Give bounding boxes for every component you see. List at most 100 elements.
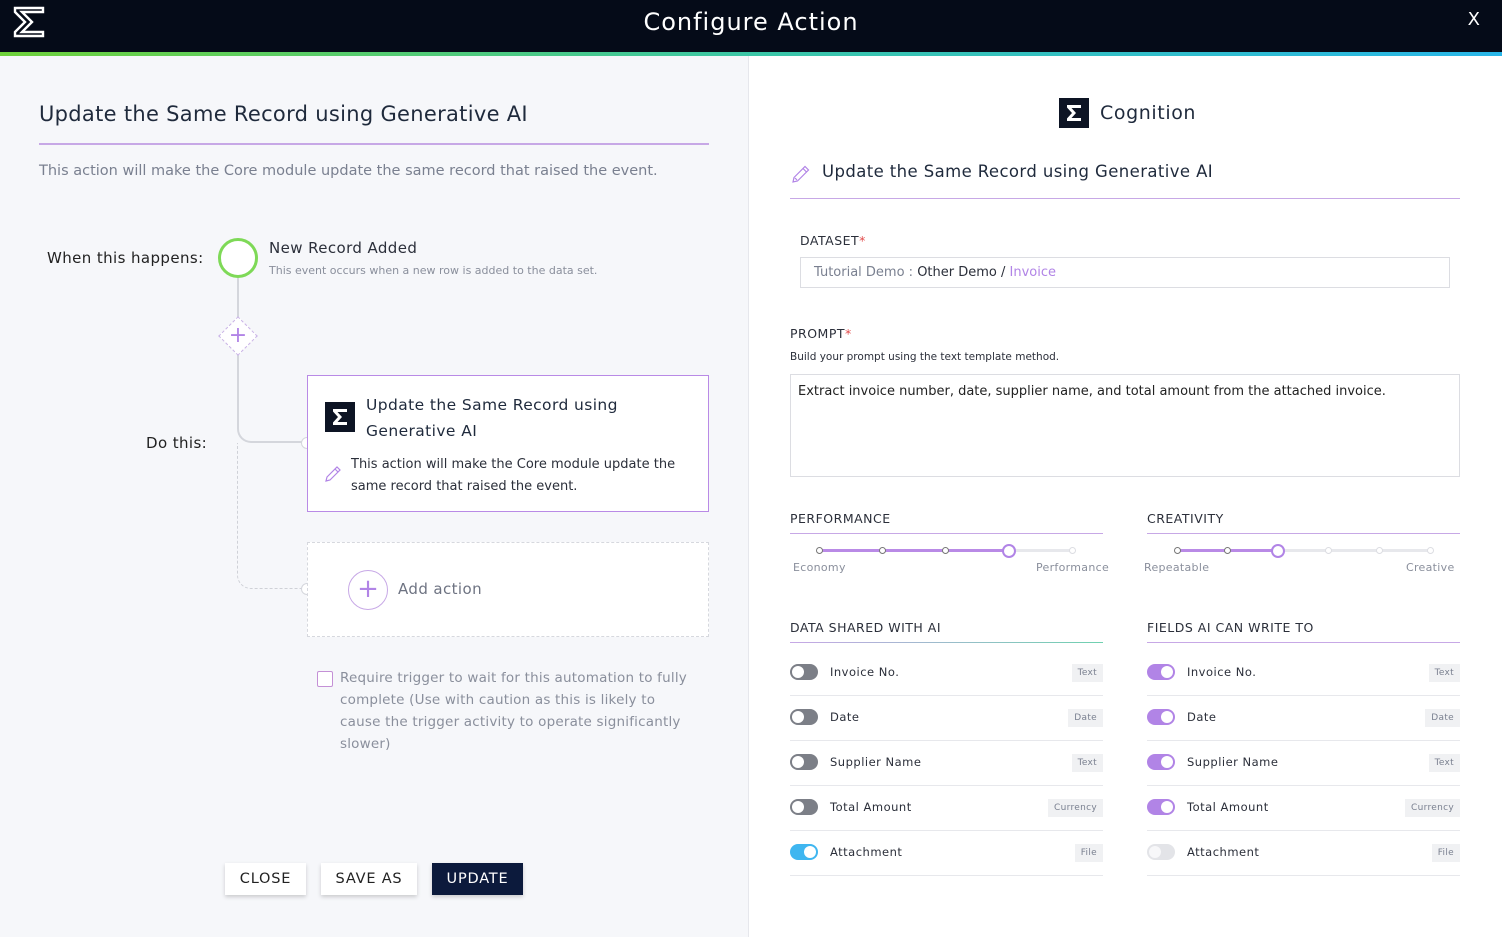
add-action-label: Add action	[398, 580, 482, 598]
when-label: When this happens:	[47, 249, 204, 267]
performance-divider	[790, 533, 1103, 534]
slider-step-dot[interactable]	[1173, 547, 1181, 554]
field-type-badge: Text	[1071, 664, 1103, 682]
flow-connector-dashed	[237, 443, 309, 589]
field-row: Total Amount Currency	[790, 786, 1103, 831]
toggle-knob	[792, 801, 804, 813]
field-row: Total Amount Currency	[1147, 786, 1460, 831]
field-type-badge: Date	[1068, 709, 1103, 727]
prompt-hint: Build your prompt using the text templat…	[790, 351, 1060, 363]
field-row: Invoice No. Text	[1147, 651, 1460, 696]
toggle-knob	[804, 846, 816, 858]
action-card[interactable]: Update the Same Record using Generative …	[307, 375, 709, 512]
writable-fields-divider	[1147, 642, 1460, 643]
right-panel: Cognition Update the Same Record using G…	[748, 56, 1502, 937]
slider-step-dot[interactable]	[878, 547, 886, 554]
flow-connector-curve	[237, 411, 309, 443]
writable-fields-label: FIELDS AI CAN WRITE TO	[1147, 620, 1314, 635]
field-type-badge: File	[1074, 844, 1103, 862]
performance-label: PERFORMANCE	[790, 511, 891, 526]
trigger-name: New Record Added	[269, 239, 418, 257]
save-as-button[interactable]: SAVE AS	[321, 863, 417, 895]
slider-step-dot[interactable]	[1325, 547, 1333, 554]
field-type-badge: Text	[1071, 754, 1103, 772]
pencil-icon[interactable]	[790, 163, 812, 185]
slider-thumb[interactable]	[1001, 543, 1016, 558]
config-title: Update the Same Record using Generative …	[822, 162, 1214, 181]
modal-title: Configure Action	[643, 8, 859, 36]
field-toggle[interactable]	[1147, 709, 1175, 725]
field-toggle[interactable]	[790, 799, 818, 815]
field-name: Total Amount	[830, 800, 912, 814]
field-type-badge: Currency	[1048, 799, 1103, 817]
creativity-divider	[1147, 533, 1460, 534]
creativity-min-label: Repeatable	[1144, 561, 1210, 574]
field-type-badge: Text	[1428, 754, 1460, 772]
slider-step-dot[interactable]	[1375, 547, 1383, 554]
toggle-knob	[1161, 756, 1173, 768]
field-toggle[interactable]	[790, 709, 818, 725]
field-name: Attachment	[1187, 845, 1260, 859]
toggle-knob	[1161, 801, 1173, 813]
action-card-title: Update the Same Record using Generative …	[366, 396, 618, 440]
field-toggle[interactable]	[790, 664, 818, 680]
field-name: Supplier Name	[1187, 755, 1279, 769]
field-row: Supplier Name Text	[1147, 741, 1460, 786]
pencil-icon[interactable]	[323, 464, 343, 484]
field-type-badge: Currency	[1405, 799, 1460, 817]
toggle-knob	[1161, 666, 1173, 678]
require-wait-checkbox[interactable]	[317, 671, 333, 687]
dataset-field[interactable]: Tutorial Demo : Other Demo / Invoice	[800, 257, 1450, 288]
toggle-knob	[792, 756, 804, 768]
shared-data-divider	[790, 642, 1103, 643]
field-toggle[interactable]	[790, 844, 818, 860]
action-title: Update the Same Record using Generative …	[39, 102, 528, 126]
field-toggle[interactable]	[1147, 664, 1175, 680]
field-row: Supplier Name Text	[790, 741, 1103, 786]
require-wait-label: Require trigger to wait for this automat…	[340, 670, 687, 752]
plus-icon[interactable]: +	[224, 322, 252, 350]
field-type-badge: Text	[1428, 664, 1460, 682]
field-name: Attachment	[830, 845, 903, 859]
close-icon[interactable]: X	[1468, 9, 1480, 30]
trigger-node[interactable]	[218, 238, 258, 278]
creativity-label: CREATIVITY	[1147, 511, 1224, 526]
add-action-button[interactable]: + Add action	[307, 542, 709, 637]
prompt-textarea[interactable]: Extract invoice number, date, supplier n…	[790, 374, 1460, 477]
do-label: Do this:	[146, 434, 208, 452]
sigma-icon	[325, 402, 355, 432]
toggle-knob	[1149, 846, 1161, 858]
slider-step-dot[interactable]	[815, 547, 823, 554]
title-divider	[790, 198, 1460, 199]
trigger-description: This event occurs when a new row is adde…	[269, 264, 598, 277]
field-name: Invoice No.	[1187, 665, 1257, 679]
field-toggle[interactable]	[1147, 844, 1175, 860]
field-toggle[interactable]	[790, 754, 818, 770]
field-row: Attachment File	[1147, 831, 1460, 876]
field-row: Date Date	[1147, 696, 1460, 741]
slider-step-dot[interactable]	[942, 547, 949, 554]
toggle-knob	[792, 711, 804, 723]
field-type-badge: Date	[1425, 709, 1460, 727]
title-divider	[39, 143, 709, 145]
field-toggle[interactable]	[1147, 754, 1175, 770]
field-toggle[interactable]	[1147, 799, 1175, 815]
field-type-badge: File	[1431, 844, 1460, 862]
update-button[interactable]: UPDATE	[432, 863, 523, 895]
toggle-knob	[1161, 711, 1173, 723]
field-row: Attachment File	[790, 831, 1103, 876]
slider-step-dot[interactable]	[1426, 547, 1434, 554]
slider-step-dot[interactable]	[1068, 547, 1076, 554]
field-row: Date Date	[790, 696, 1103, 741]
add-icon: +	[348, 570, 388, 610]
action-description: This action will make the Core module up…	[39, 163, 658, 179]
slider-step-dot[interactable]	[1224, 547, 1232, 554]
left-panel: Update the Same Record using Generative …	[0, 56, 748, 937]
modal-header: Configure Action X	[0, 0, 1502, 52]
toggle-knob	[792, 666, 804, 678]
brand-name: Cognition	[1100, 102, 1197, 124]
action-card-description: This action will make the Core module up…	[351, 457, 676, 494]
slider-thumb[interactable]	[1271, 543, 1286, 558]
close-button[interactable]: CLOSE	[225, 863, 306, 895]
cognition-logo-icon	[1059, 98, 1089, 128]
